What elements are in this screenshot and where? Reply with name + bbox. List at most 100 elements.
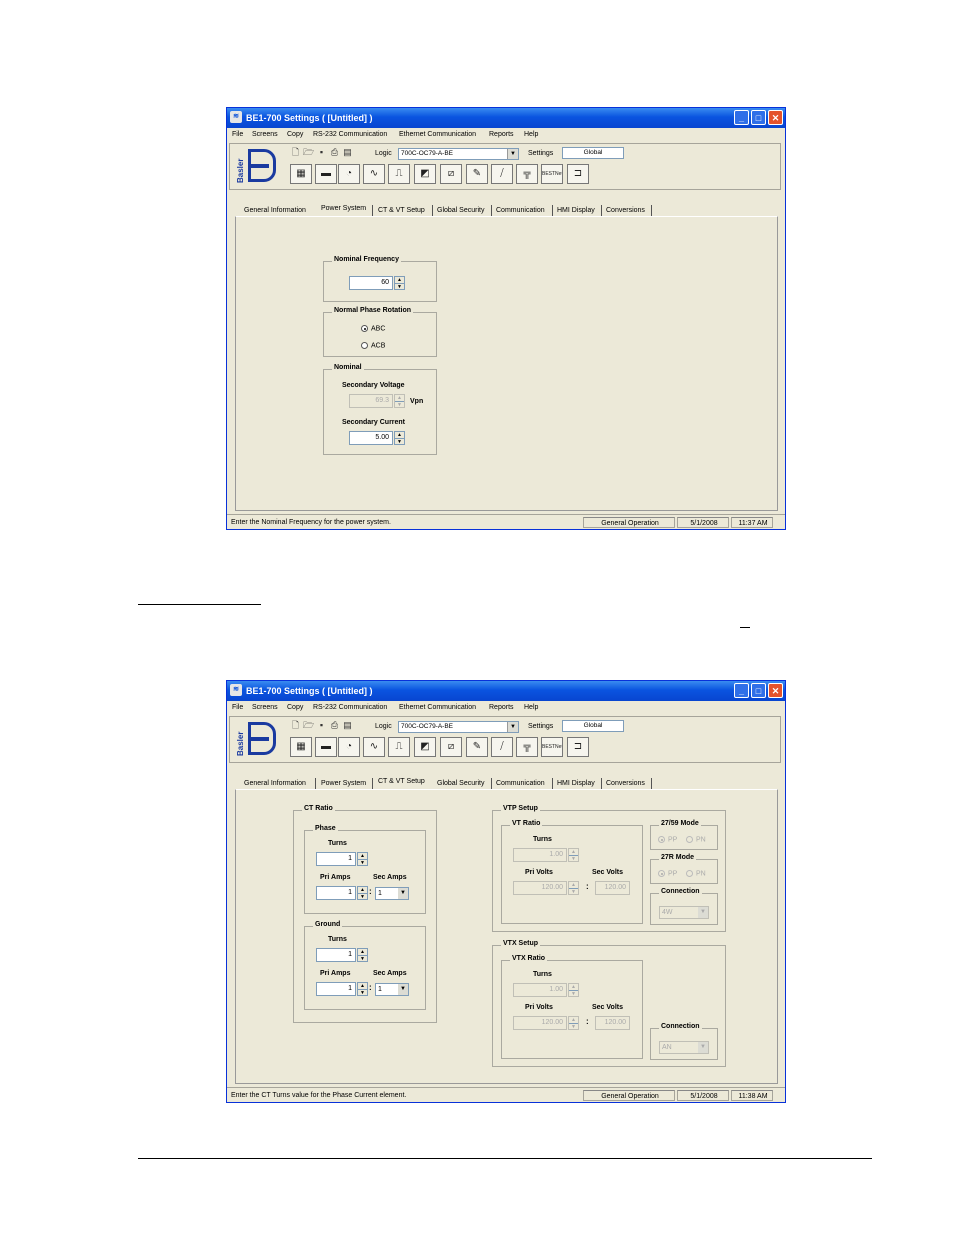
menu-file[interactable]: File: [232, 704, 243, 711]
basler-logo: Basler: [236, 722, 278, 756]
new-file-icon[interactable]: 🗋: [290, 147, 301, 158]
menu-file[interactable]: File: [232, 131, 243, 138]
waveform-icon[interactable]: ∿: [363, 164, 385, 184]
rotation-abc-radio[interactable]: ABC: [361, 325, 385, 332]
menu-copy[interactable]: Copy: [287, 131, 303, 138]
ground-sec-amps-select[interactable]: 1 ▼: [375, 983, 409, 996]
menu-ethernet[interactable]: Ethernet Communication: [399, 131, 476, 138]
menu-help[interactable]: Help: [524, 704, 538, 711]
phase-pri-amps-spinner[interactable]: ▲ ▼: [357, 886, 368, 900]
transformer-icon[interactable]: ╦: [516, 737, 538, 757]
vtx-turns-input[interactable]: 1.00: [513, 983, 567, 997]
menu-copy[interactable]: Copy: [287, 704, 303, 711]
vtx-pri-volts-input[interactable]: 120.00: [513, 1016, 567, 1030]
breaker-icon[interactable]: ✎: [466, 737, 488, 757]
menu-ethernet[interactable]: Ethernet Communication: [399, 704, 476, 711]
secondary-voltage-input[interactable]: 69.3: [349, 394, 393, 408]
logic-gate-icon[interactable]: ◩: [414, 737, 436, 757]
phase-turns-spinner[interactable]: ▲ ▼: [357, 852, 368, 866]
close-button[interactable]: ✕: [768, 110, 783, 125]
title-bar[interactable]: ≋ BE1-700 Settings ( [Untitled] ) _ □ ✕: [227, 108, 785, 128]
io-config-icon[interactable]: ▦: [290, 737, 312, 757]
nominal-frequency-group: Nominal Frequency 60 ▲ ▼: [323, 256, 437, 302]
transformer-icon[interactable]: ╦: [516, 164, 538, 184]
ground-turns-input[interactable]: 1: [316, 948, 356, 962]
bestnet-icon[interactable]: BESTNet: [541, 164, 563, 184]
properties-icon[interactable]: ▤: [342, 720, 353, 731]
reclose-icon[interactable]: ⧸: [491, 164, 513, 184]
menu-screens[interactable]: Screens: [252, 704, 278, 711]
phase-pri-amps-input[interactable]: 1: [316, 886, 356, 900]
reclose-icon[interactable]: ⧸: [491, 737, 513, 757]
print-icon[interactable]: ⎙: [329, 147, 340, 158]
vtx-connection-select[interactable]: AN ▼: [659, 1041, 709, 1054]
maximize-button[interactable]: □: [751, 683, 766, 698]
plug-icon[interactable]: ⊐: [567, 737, 589, 757]
relay-device-icon[interactable]: ▬: [315, 737, 337, 757]
menu-reports[interactable]: Reports: [489, 704, 514, 711]
settings-label: Settings: [528, 723, 554, 730]
ground-pri-amps-spinner[interactable]: ▲ ▼: [357, 982, 368, 996]
mode-2759-pn-radio[interactable]: PN: [686, 836, 706, 843]
timer-icon[interactable]: ⧄: [440, 164, 462, 184]
open-folder-icon[interactable]: 🗁: [303, 147, 314, 158]
phase-turns-input[interactable]: 1: [316, 852, 356, 866]
mode-27r-pn-radio[interactable]: PN: [686, 870, 706, 877]
waveform-icon[interactable]: ∿: [363, 737, 385, 757]
minimize-button[interactable]: _: [734, 110, 749, 125]
menu-help[interactable]: Help: [524, 131, 538, 138]
secondary-current-input[interactable]: 5.00: [349, 431, 393, 445]
timer-icon[interactable]: ⧄: [440, 737, 462, 757]
logic-gate-icon[interactable]: ◩: [414, 164, 436, 184]
menu-rs232[interactable]: RS-232 Communication: [313, 704, 387, 711]
vtx-sec-volts-input[interactable]: 120.00: [595, 1016, 630, 1030]
vtx-pri-volts-spinner[interactable]: ▲ ▼: [568, 1016, 579, 1030]
new-file-icon[interactable]: 🗋: [290, 720, 301, 731]
ground-pri-amps-input[interactable]: 1: [316, 982, 356, 996]
clock-icon[interactable]: ◔: [338, 164, 360, 184]
logic-select[interactable]: 700C-OC79-A-BE ▼: [398, 148, 519, 160]
open-folder-icon[interactable]: 🗁: [303, 720, 314, 731]
maximize-button[interactable]: □: [751, 110, 766, 125]
secondary-voltage-spinner[interactable]: ▲ ▼: [394, 394, 405, 408]
close-button[interactable]: ✕: [768, 683, 783, 698]
breaker-icon[interactable]: ✎: [466, 164, 488, 184]
rotation-acb-radio[interactable]: ACB: [361, 342, 385, 349]
print-icon[interactable]: ⎙: [329, 720, 340, 731]
nominal-frequency-spinner[interactable]: ▲ ▼: [394, 276, 405, 290]
mode-2759-group: 27/59 Mode PP PN: [650, 820, 718, 850]
pulse-icon[interactable]: ⎍: [388, 737, 410, 757]
logic-select[interactable]: 700C-OC79-A-BE ▼: [398, 721, 519, 733]
relay-device-icon[interactable]: ▬: [315, 164, 337, 184]
save-icon[interactable]: ▪: [316, 720, 327, 731]
title-bar[interactable]: ≋ BE1-700 Settings ( [Untitled] ) _ □ ✕: [227, 681, 785, 701]
tab-ct-vt-setup[interactable]: CT & VT Setup: [378, 776, 425, 788]
vtp-sec-volts-input[interactable]: 120.00: [595, 881, 630, 895]
vtx-connection-group: Connection AN ▼: [650, 1023, 718, 1060]
properties-icon[interactable]: ▤: [342, 147, 353, 158]
save-icon[interactable]: ▪: [316, 147, 327, 158]
mode-27r-pp-radio[interactable]: PP: [658, 870, 677, 877]
ground-turns-spinner[interactable]: ▲ ▼: [357, 948, 368, 962]
mode-2759-pp-radio[interactable]: PP: [658, 836, 677, 843]
secondary-current-spinner[interactable]: ▲ ▼: [394, 431, 405, 445]
vtp-pri-volts-input[interactable]: 120.00: [513, 881, 567, 895]
vtx-turns-spinner[interactable]: ▲ ▼: [568, 983, 579, 997]
vtp-pri-volts-spinner[interactable]: ▲ ▼: [568, 881, 579, 895]
plug-icon[interactable]: ⊐: [567, 164, 589, 184]
document-underline: [138, 590, 261, 605]
menu-screens[interactable]: Screens: [252, 131, 278, 138]
bestnet-icon[interactable]: BESTNet: [541, 737, 563, 757]
pulse-icon[interactable]: ⎍: [388, 164, 410, 184]
menu-reports[interactable]: Reports: [489, 131, 514, 138]
tab-power-system[interactable]: Power System: [321, 203, 366, 215]
vtp-turns-input[interactable]: 1.00: [513, 848, 567, 862]
io-config-icon[interactable]: ▦: [290, 164, 312, 184]
vtp-connection-select[interactable]: 4W ▼: [659, 906, 709, 919]
clock-icon[interactable]: ◔: [338, 737, 360, 757]
phase-sec-amps-select[interactable]: 1 ▼: [375, 887, 409, 900]
vtp-turns-spinner[interactable]: ▲ ▼: [568, 848, 579, 862]
minimize-button[interactable]: _: [734, 683, 749, 698]
menu-rs232[interactable]: RS-232 Communication: [313, 131, 387, 138]
nominal-frequency-input[interactable]: 60: [349, 276, 393, 290]
